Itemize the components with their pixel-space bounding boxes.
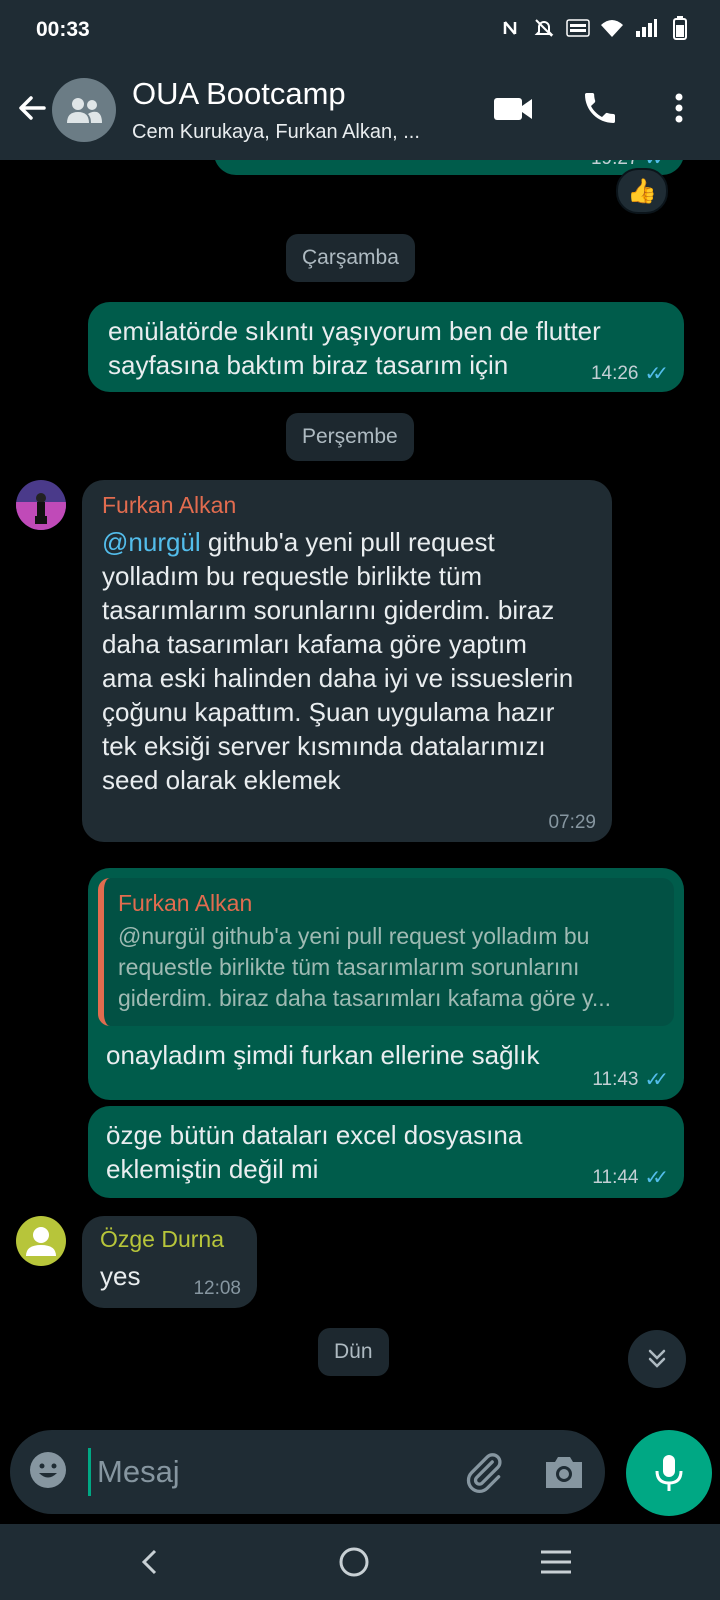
date-separator: Çarşamba [286,234,415,282]
camera-button[interactable] [542,1450,586,1494]
message-text: onayladım şimdi furkan ellerine sağlık [106,1040,540,1070]
emoji-button[interactable] [28,1450,72,1494]
read-receipt-icon: ✓✓ [644,1069,668,1091]
chat-header: OUA Bootcamp Cem Kurukaya, Furkan Alkan,… [0,58,720,160]
chevron-left-icon [141,1549,157,1575]
message-incoming[interactable]: Furkan Alkan @nurgül github'a yeni pull … [82,480,612,842]
voice-record-button[interactable] [626,1430,712,1516]
date-separator: Perşembe [286,413,414,461]
date-separator: Dün [318,1328,389,1376]
message-time: 14:26 [590,362,639,384]
status-time: 00:33 [36,18,90,41]
camera-icon [546,1457,582,1488]
reaction-badge[interactable]: 👍 [616,168,668,214]
battery-icon [668,16,692,40]
more-vertical-icon [675,93,683,123]
message-outgoing[interactable]: özge bütün dataları excel dosyasına ekle… [88,1106,684,1198]
status-bar: 00:33 [0,0,720,58]
menu-lines-icon [541,1550,571,1574]
message-incoming[interactable]: Özge Durna yes 12:08 [82,1216,257,1308]
chat-area[interactable]: 19:27 ✓✓ 👍 Çarşamba emülatörde sıkıntı y… [0,160,720,1420]
message-outgoing-reply[interactable]: Furkan Alkan @nurgül github'a yeni pull … [88,868,684,1100]
wifi-icon [600,16,624,40]
video-call-button[interactable] [492,92,536,126]
group-avatar[interactable] [52,78,116,142]
read-receipt-icon: ✓✓ [644,363,668,385]
message-text: emülatörde sıkıntı yaşıyorum ben de flut… [108,316,601,380]
emoji-icon [30,1452,66,1488]
scroll-to-bottom-button[interactable] [628,1330,686,1388]
read-receipt-icon: ✓✓ [644,1167,668,1189]
attach-button[interactable] [462,1450,506,1494]
message-input[interactable] [88,1448,448,1496]
quoted-text: @nurgül github'a yeni pull request yolla… [118,923,612,1011]
nav-home-button[interactable] [334,1542,374,1582]
nav-recents-button[interactable] [536,1542,576,1582]
message-partial-outgoing[interactable]: 19:27 ✓✓ [214,160,684,175]
paperclip-icon [466,1453,502,1493]
person-icon [26,1227,56,1256]
more-options-button[interactable] [664,88,694,128]
message-time: 11:43 [592,1068,639,1090]
message-outgoing[interactable]: emülatörde sıkıntı yaşıyorum ben de flut… [88,302,684,392]
nav-back-button[interactable] [130,1542,170,1582]
system-navigation-bar [0,1524,720,1600]
sender-name: Furkan Alkan [102,492,237,518]
group-icon [67,98,102,123]
sender-name: Özge Durna [100,1226,225,1252]
signal-icon [634,16,658,40]
message-time: 12:08 [193,1278,241,1299]
avatar-ozge[interactable] [16,1216,66,1266]
video-camera-icon [494,98,532,120]
phone-icon [585,93,615,123]
thumbs-up-icon: 👍 [627,177,657,205]
microphone-icon [655,1455,683,1491]
voice-call-button[interactable] [580,88,620,128]
message-body: @nurgül github'a yeni pull request yolla… [102,525,582,797]
message-time: 11:44 [592,1166,639,1188]
nfc-icon [498,16,522,40]
chat-participants[interactable]: Cem Kurukaya, Furkan Alkan, ... [132,121,420,144]
home-circle-icon [339,1547,369,1577]
back-button[interactable] [12,88,52,128]
avatar-furkan[interactable] [16,480,66,530]
message-composer [10,1430,605,1514]
quoted-sender: Furkan Alkan [118,890,253,916]
message-text: github'a yeni pull request yolladım bu r… [102,527,574,795]
message-time: 07:29 [548,812,596,833]
mute-icon [532,16,556,40]
chat-title[interactable]: OUA Bootcamp [132,76,346,112]
quoted-message[interactable]: Furkan Alkan @nurgül github'a yeni pull … [98,878,674,1026]
arrow-left-icon [19,96,46,120]
double-chevron-down-icon [648,1349,666,1368]
status-icons [498,16,692,40]
message-text: özge bütün dataları excel dosyasına ekle… [106,1120,523,1184]
mention-link[interactable]: @nurgül [102,527,201,557]
profile-photo-icon [16,480,66,530]
volte-icon [566,16,590,40]
